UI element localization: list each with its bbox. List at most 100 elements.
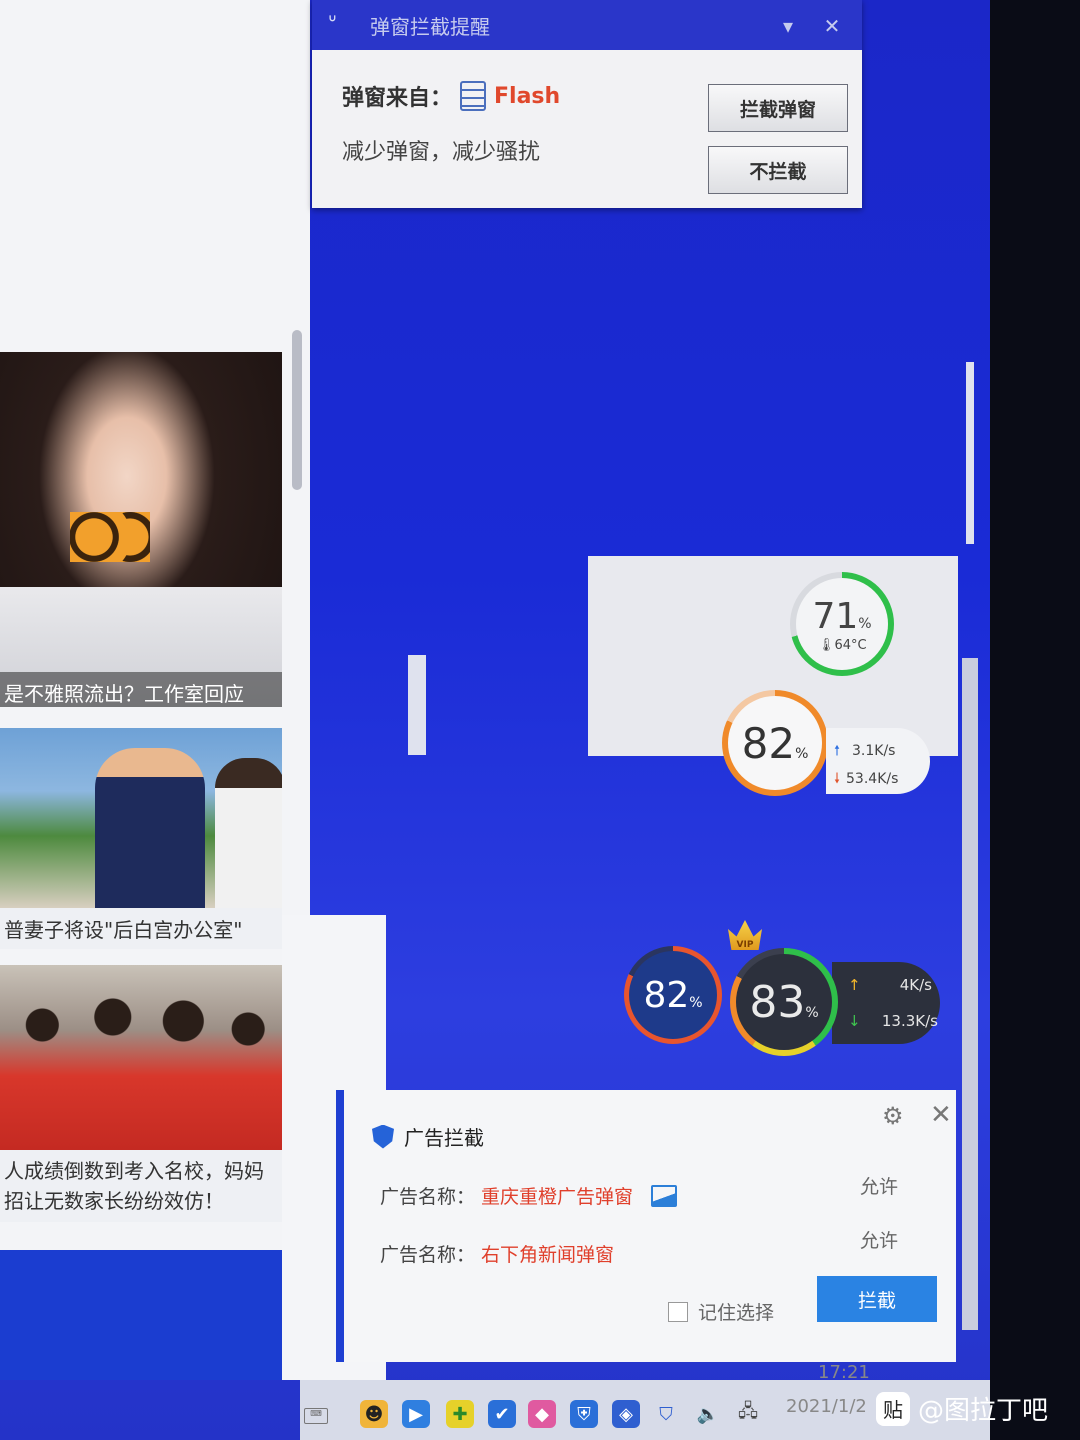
popup-block-notification: ᐡ 弹窗拦截提醒 ▾ ✕ 弹窗来自： Flash 减少弹窗，减少骚扰 拦截弹窗 … [312, 0, 862, 208]
ad-block-dialog: 广告拦截 ⚙ ✕ 广告名称： 重庆重橙广告弹窗 允许 广告名称： 右下角新闻弹窗… [336, 1090, 956, 1362]
defender-tray-icon[interactable]: ⛉ [652, 1400, 680, 1428]
close-icon[interactable]: ✕ [930, 1100, 952, 1130]
ad-row: 广告名称： 右下角新闻弹窗 [380, 1240, 614, 1267]
popup-source: 弹窗来自： Flash [342, 80, 560, 112]
plus-tray-icon[interactable]: ✚ [446, 1400, 474, 1428]
notification-titlebar: ᐡ 弹窗拦截提醒 ▾ ✕ [312, 0, 862, 50]
monitor-bezel [990, 0, 1080, 1440]
app-tray-icon[interactable]: ☻ [360, 1400, 388, 1428]
news-card-1[interactable]: 是不雅照流出？工作室回应 [0, 352, 282, 707]
news-card-2[interactable]: 普妻子将设"后白宫办公室" [0, 728, 282, 949]
vip-left-unit: % [689, 994, 703, 1011]
allow-option[interactable]: 允许 [860, 1226, 898, 1253]
check-tray-icon[interactable]: ✔ [488, 1400, 516, 1428]
upload-speed: 🠕 3.1K/s [834, 740, 895, 764]
watermark-text: @图拉丁吧 [918, 1396, 1049, 1426]
remember-checkbox[interactable] [668, 1301, 688, 1322]
ad-row: 广告名称： 重庆重橙广告弹窗 [380, 1182, 678, 1209]
media-tray-icon[interactable]: ▶ [402, 1400, 430, 1428]
upload-value: 3.1K/s [852, 743, 896, 759]
vip-download: ↓ 13.3K/s [848, 1012, 938, 1030]
volume-icon[interactable]: 🔈 [694, 1400, 722, 1428]
close-icon[interactable]: ✕ [820, 14, 844, 38]
allow-option[interactable]: 允许 [860, 1172, 898, 1199]
vip-download-value: 13.3K/s [881, 1012, 938, 1030]
taskbar-time[interactable]: 17:21 [818, 1362, 870, 1383]
temperature-readout: 🌡64°C [818, 638, 867, 653]
news-caption-line: 人成绩倒数到考入名校，妈妈 [4, 1159, 264, 1183]
download-arrow-icon: ↓ [848, 1012, 861, 1030]
network-speed[interactable]: 🠕 3.1K/s 🠗 53.4K/s [826, 728, 930, 794]
vip-label: VIP [736, 940, 754, 950]
vip-upload: ↑ 4K/s [848, 976, 932, 994]
tieba-logo-icon: 贴 [876, 1391, 910, 1426]
vip-main-percent: 83% [749, 977, 818, 1028]
window-edge-right [962, 658, 978, 1330]
news-image-students [0, 965, 282, 1150]
dont-block-button[interactable]: 不拦截 [708, 146, 848, 194]
memory-unit: % [795, 745, 809, 762]
ad-name: 重庆重橙广告弹窗 [481, 1186, 634, 1208]
remember-label: 记住选择 [698, 1302, 775, 1324]
news-caption-line: 招让无数家长纷纷效仿！ [4, 1189, 224, 1213]
news-caption[interactable]: 普妻子将设"后白宫办公室" [0, 908, 282, 949]
shield-icon [372, 1124, 394, 1149]
gear-icon[interactable]: ⚙ [882, 1102, 904, 1130]
download-arrow-icon: 🠗 [834, 771, 841, 787]
notification-title: 弹窗拦截提醒 [370, 14, 490, 39]
image-detail-man [95, 748, 205, 908]
news-card-3[interactable]: 人成绩倒数到考入名校，妈妈 招让无数家长纷纷效仿！ [0, 965, 282, 1222]
news-image-politics [0, 728, 282, 908]
vip-left-value: 82 [643, 974, 690, 1016]
block-popup-button[interactable]: 拦截弹窗 [708, 84, 848, 132]
ad-dialog-title: 广告拦截 [404, 1126, 484, 1150]
keyboard-icon[interactable]: ⌨ [304, 1408, 328, 1424]
watermark: 贴 @图拉丁吧 [876, 1390, 1048, 1427]
news-caption[interactable]: 是不雅照流出？工作室回应 [0, 672, 282, 707]
cpu-unit: % [858, 615, 872, 632]
memory-value: 82 [741, 718, 796, 768]
image-detail-woman [215, 758, 282, 908]
ad-name-label: 广告名称： [380, 1244, 476, 1266]
notification-subtitle: 减少弹窗，减少骚扰 [342, 140, 541, 165]
image-detail-heads [0, 985, 282, 1065]
security-shield-icon[interactable]: ⛨ [570, 1400, 598, 1428]
upload-arrow-icon: ↑ [848, 976, 861, 994]
vip-memory-ring[interactable]: 82% [624, 946, 722, 1044]
news-scrollbar[interactable] [292, 330, 302, 490]
vip-network-speed[interactable]: ↑ 4K/s ↓ 13.3K/s [832, 962, 940, 1044]
vip-cpu-ring[interactable]: 83% [730, 948, 838, 1056]
menu-dropdown-icon[interactable]: ▾ [776, 14, 800, 38]
news-footer-bar [0, 1250, 282, 1380]
window-fragment [408, 655, 426, 755]
scroll-edge [966, 362, 974, 544]
source-label: 弹窗来自： [342, 86, 453, 111]
image-detail-butterfly [70, 512, 150, 562]
download-value: 53.4K/s [846, 771, 899, 787]
vip-main-unit: % [805, 1004, 819, 1021]
upload-arrow-icon: 🠕 [834, 743, 841, 759]
cpu-ring[interactable]: 71% 🌡64°C [790, 572, 894, 676]
color-tray-icon[interactable]: ◆ [528, 1400, 556, 1428]
image-preview-icon[interactable] [651, 1184, 678, 1207]
temperature-value: 64°C [834, 638, 867, 653]
flash-document-icon [460, 81, 487, 111]
vip-left-percent: 82% [643, 975, 702, 1016]
download-speed: 🠗 53.4K/s [834, 768, 898, 792]
vip-upload-value: 4K/s [899, 976, 932, 994]
ad-dialog-header: 广告拦截 [372, 1122, 484, 1151]
remember-choice[interactable]: 记住选择 [668, 1298, 774, 1325]
shield-tray-icon[interactable]: ◈ [612, 1400, 640, 1428]
news-image-portrait [0, 352, 282, 707]
ad-name: 右下角新闻弹窗 [481, 1244, 615, 1266]
taskbar-date[interactable]: 2021/1/2 [786, 1396, 867, 1417]
ad-name-label: 广告名称： [380, 1186, 476, 1208]
network-icon[interactable]: 🖧 [734, 1400, 762, 1428]
block-ads-button[interactable]: 拦截 [817, 1276, 937, 1322]
memory-percent: 82% [742, 719, 809, 768]
memory-ring[interactable]: 82% [722, 690, 828, 796]
cpu-percent: 71% [812, 596, 871, 637]
source-name: Flash [494, 83, 561, 109]
cpu-value: 71 [812, 595, 859, 637]
news-caption[interactable]: 人成绩倒数到考入名校，妈妈 招让无数家长纷纷效仿！ [0, 1150, 282, 1222]
